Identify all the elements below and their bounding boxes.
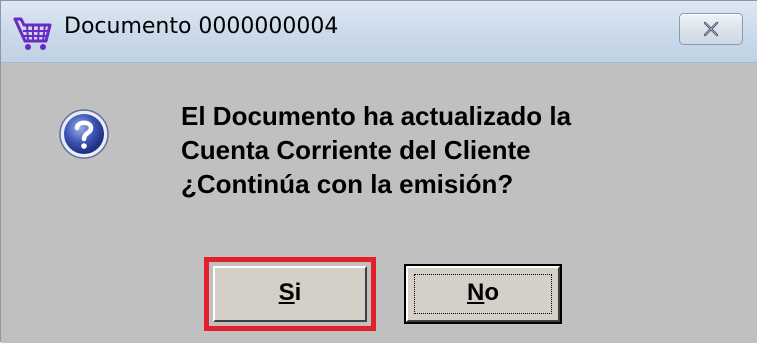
close-button[interactable] (679, 13, 743, 45)
close-icon (703, 21, 719, 37)
shopping-cart-icon (13, 13, 53, 53)
dialog-body: El Documento ha actualizado la Cuenta Co… (1, 63, 757, 343)
si-button[interactable]: Si (213, 266, 367, 322)
no-button[interactable]: No (404, 264, 562, 324)
no-button-mnemonic: N (466, 279, 485, 306)
no-button-label-rest: o (484, 279, 499, 306)
window-title: Documento 0000000004 (64, 14, 339, 39)
message-line: ¿Continúa con la emisión? (181, 169, 514, 199)
dialog-message: El Documento ha actualizado la Cuenta Co… (181, 99, 571, 201)
question-icon (58, 108, 110, 160)
si-button-label-rest: i (294, 279, 302, 306)
title-bar[interactable]: Documento 0000000004 (1, 1, 757, 63)
message-line: El Documento ha actualizado la (181, 101, 572, 131)
message-line: Cuenta Corriente del Cliente (181, 135, 531, 165)
si-button-mnemonic: S (278, 279, 295, 306)
dialog-window: Documento 0000000004 El Documento ha act… (0, 0, 757, 343)
